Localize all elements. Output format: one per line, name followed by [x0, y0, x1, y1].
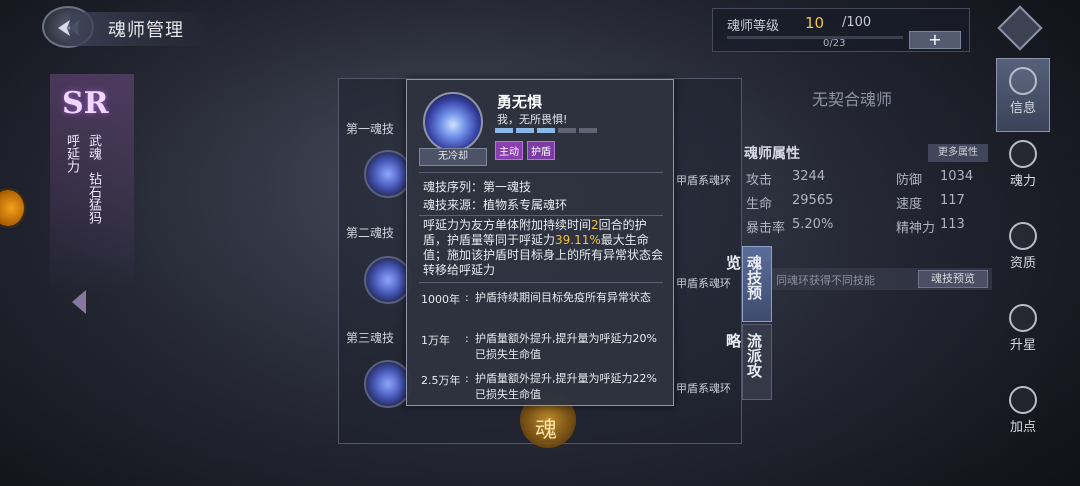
side-menu-orb-icon[interactable] [0, 188, 26, 228]
preview-hint: 同魂环获得不同技能 [776, 274, 875, 287]
skill-sequence: 魂技序列：第一魂技 [423, 180, 532, 194]
level-current: 10 [805, 14, 825, 32]
rarity-badge: SR [62, 86, 109, 121]
level-max: /100 [842, 15, 872, 30]
desc-text: 呼延力为友方单体附加持续时间 [423, 218, 592, 232]
cooldown-badge: 无冷却 [419, 148, 487, 166]
nav-item-star-up[interactable]: 升星 [996, 304, 1050, 378]
divider [419, 215, 663, 216]
skill-tag: 主动 [495, 141, 523, 160]
upgrade-text: 护盾持续期间目标免疫所有异常状态 [475, 291, 651, 304]
more-attributes-button[interactable]: 更多属性 [928, 144, 988, 162]
skill-slot-label-3: 第三魂技 [346, 331, 395, 345]
skill-level-pip [495, 128, 513, 133]
skill-level-pips [495, 128, 597, 133]
tab-skill-preview[interactable]: 魂技预览 [724, 246, 772, 322]
star-up-icon [1009, 304, 1037, 332]
skill-source: 魂技来源：植物系专属魂环 [423, 198, 568, 212]
stat-label: 防御 [896, 173, 923, 188]
desc-highlight: 39.11% [555, 233, 601, 247]
desc-highlight: 2 [591, 218, 599, 232]
nav-label: 升星 [1009, 338, 1036, 353]
divider [419, 172, 663, 173]
stat-value: 3244 [792, 169, 826, 184]
ring-type-1: 甲盾系魂环 [676, 174, 731, 187]
menu-diamond-icon[interactable] [997, 5, 1043, 51]
nav-item-info[interactable]: 信息 [996, 58, 1050, 132]
page-title: 魂师管理 [108, 20, 184, 41]
skill-icon [423, 92, 483, 152]
character-name: 呼延力 [64, 134, 79, 173]
nav-label: 资质 [1009, 256, 1036, 271]
info-icon [1009, 67, 1037, 95]
soul-power-icon [1009, 140, 1037, 168]
level-up-plus-button[interactable]: + [909, 31, 961, 49]
aptitude-icon [1009, 222, 1037, 250]
spirit-label: 武魂 [86, 134, 101, 160]
upgrade-colon: : [465, 291, 469, 304]
right-nav: 信息 魂力 资质 升星 加点 [996, 58, 1052, 460]
stat-value: 5.20% [792, 217, 834, 232]
spirit-name: 钻石猛犸 [86, 172, 101, 224]
stat-value: 117 [940, 193, 965, 208]
stat-value: 113 [940, 217, 965, 232]
skill-tags: 主动 护盾 [495, 141, 555, 160]
level-label: 魂师等级 [727, 19, 780, 34]
soul-master-level-panel: 魂师等级 10 /100 0/23 + [712, 8, 970, 52]
skill-tag: 护盾 [527, 141, 555, 160]
skill-level-pip [537, 128, 555, 133]
skill-level-pip [558, 128, 576, 133]
attributes-title: 魂师属性 [744, 146, 800, 162]
skill-name: 勇无惧 [497, 93, 543, 111]
stat-label: 攻击 [746, 173, 773, 188]
skill-tooltip: 无冷却 勇无惧 我，无所畏惧! 主动 护盾 魂技序列：第一魂技 魂技来源：植物系… [406, 79, 674, 406]
skill-slot-label-1: 第一魂技 [346, 122, 395, 136]
stat-label: 精神力 [896, 221, 936, 236]
nav-label: 魂力 [1009, 174, 1036, 189]
upgrade-label: 1000年 [421, 293, 460, 306]
upgrade-colon: : [465, 332, 469, 345]
upgrade-colon: : [465, 372, 469, 385]
ring-type-3: 甲盾系魂环 [676, 382, 731, 395]
stat-label: 暴击率 [746, 221, 786, 236]
skill-preview-button[interactable]: 魂技预览 [918, 270, 988, 288]
stat-label: 生命 [746, 197, 773, 212]
level-exp-count: 0/23 [823, 38, 846, 49]
upgrade-text: 护盾量额外提升,提升量为呼延力20%已损失生命值 [475, 332, 657, 361]
soul-emblem-text: 魂 [535, 418, 558, 443]
nav-item-soul-power[interactable]: 魂力 [996, 140, 1050, 214]
skill-slot-icon-1[interactable] [364, 150, 412, 198]
skill-level-pip [579, 128, 597, 133]
skill-level-pip [516, 128, 534, 133]
stat-label: 速度 [896, 197, 923, 212]
skill-description: 呼延力为友方单体附加持续时间2回合的护盾，护盾量等同于呼延力39.11%最大生命… [423, 218, 663, 278]
level-progress-bar [727, 36, 903, 39]
divider [419, 282, 663, 283]
nav-item-aptitude[interactable]: 资质 [996, 222, 1050, 296]
tab-style-guide[interactable]: 流派攻略 [724, 324, 772, 400]
add-point-icon [1009, 386, 1037, 414]
top-bar: 魂师管理 魂师等级 10 /100 0/23 + [0, 0, 1080, 56]
stat-value: 29565 [792, 193, 834, 208]
nav-label: 信息 [1009, 101, 1036, 116]
no-contract-text: 无契合魂师 [812, 90, 893, 109]
nav-item-add-point[interactable]: 加点 [996, 386, 1050, 460]
skill-slot-label-2: 第二魂技 [346, 226, 395, 240]
ring-type-2: 甲盾系魂环 [676, 277, 731, 290]
skill-slot-icon-3[interactable] [364, 360, 412, 408]
skill-slot-icon-2[interactable] [364, 256, 412, 304]
skill-quote: 我，无所畏惧! [497, 113, 568, 126]
upgrade-label: 1万年 [421, 334, 450, 347]
upgrade-text: 护盾量额外提升,提升量为呼延力22%已损失生命值 [475, 372, 657, 401]
upgrade-label: 2.5万年 [421, 374, 461, 387]
nav-label: 加点 [1009, 420, 1036, 435]
previous-chevron-icon[interactable] [72, 290, 86, 314]
stat-value: 1034 [940, 169, 974, 184]
